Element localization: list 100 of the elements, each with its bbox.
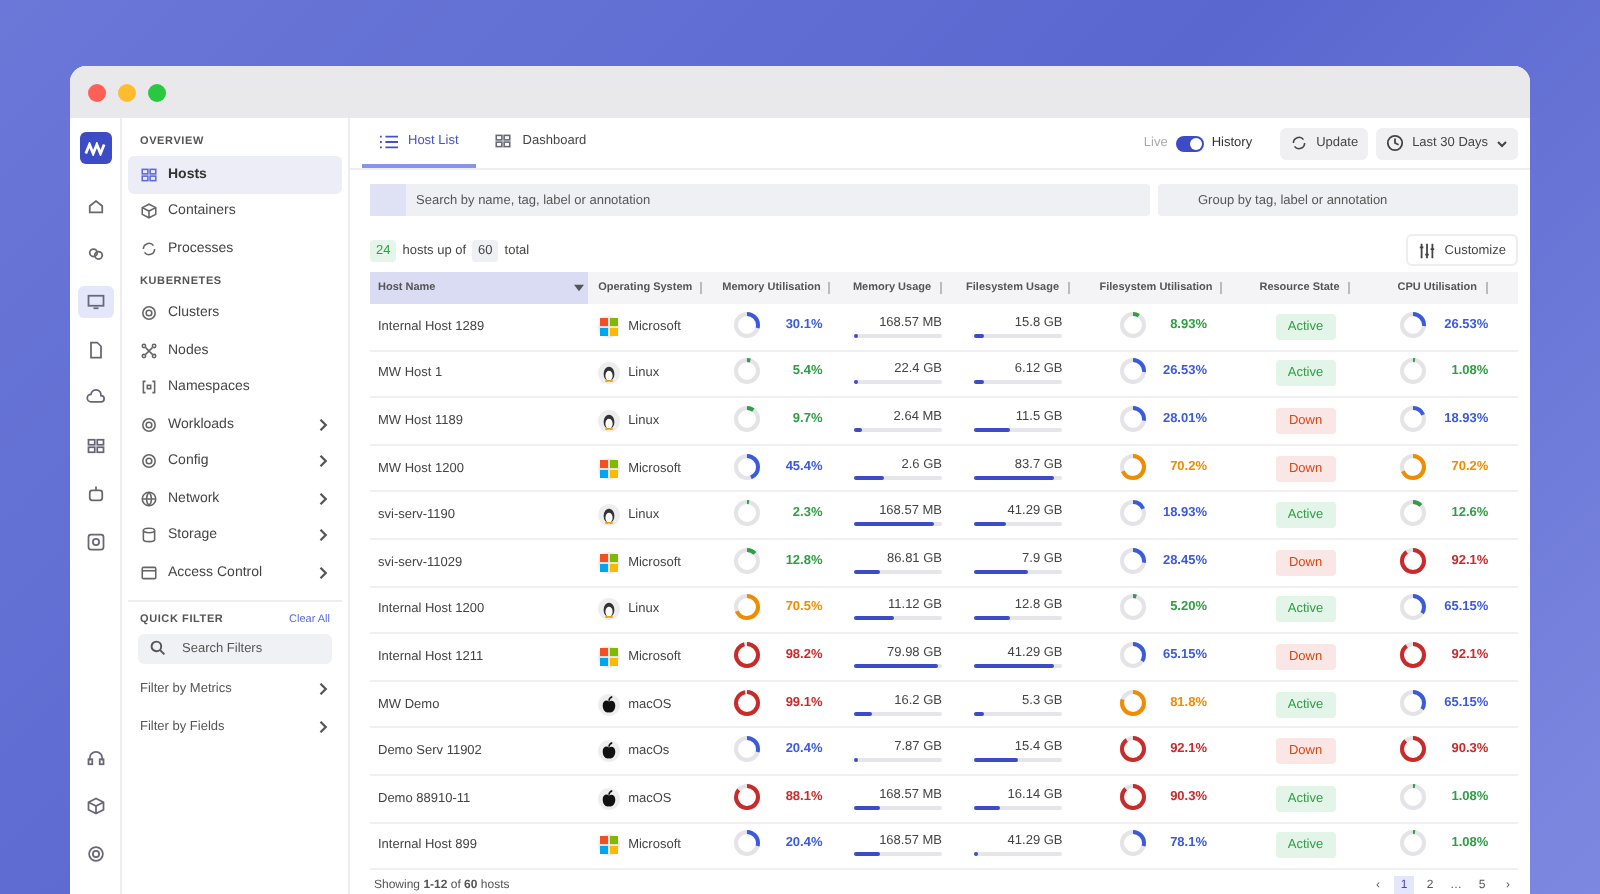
- progress-ring: [1398, 592, 1429, 623]
- progress-ring: [1117, 498, 1147, 529]
- progress-ring: [1117, 687, 1147, 718]
- apple-logo-icon: [600, 742, 619, 761]
- progress-ring: [732, 639, 763, 670]
- apple-logo-icon: [600, 789, 619, 808]
- sort-icon: [1483, 282, 1490, 294]
- chevron-icon: [318, 719, 330, 734]
- progress-ring: [732, 828, 763, 859]
- progress-ring: [1398, 687, 1429, 718]
- globe-icon: [140, 489, 158, 508]
- penguin-icon: [600, 411, 619, 430]
- cylinder-icon: [140, 526, 158, 545]
- progress-ring: [732, 734, 763, 765]
- progress-ring: [732, 451, 763, 482]
- progress-ring: [1398, 545, 1429, 576]
- progress-ring: [1117, 309, 1147, 340]
- chevron-icon: [318, 454, 330, 469]
- cloud-icon: [85, 388, 105, 408]
- sort-icon: [698, 282, 705, 294]
- grid-icon: [140, 165, 158, 184]
- progress-ring: [1117, 828, 1147, 859]
- apple-logo-icon: [600, 695, 619, 714]
- windows-logo-icon: [600, 553, 619, 572]
- cycle-icon: [140, 239, 158, 258]
- gear-icon: [85, 844, 105, 864]
- sort-icon: [937, 282, 944, 294]
- progress-ring: [732, 356, 763, 387]
- monitor-icon: [85, 292, 105, 312]
- scan-icon: [85, 532, 105, 552]
- caret-icon: [574, 284, 585, 292]
- progress-ring: [1117, 734, 1147, 765]
- sort-icon: [1345, 282, 1352, 294]
- clock-icon: [1386, 134, 1405, 152]
- sort-icon: [826, 282, 833, 294]
- grid-icon: [494, 132, 513, 150]
- caret-icon: [1496, 139, 1508, 147]
- progress-ring: [1398, 639, 1429, 670]
- progress-ring: [1398, 498, 1429, 529]
- progress-ring: [1117, 356, 1147, 387]
- box-icon: [85, 796, 105, 816]
- usage-bar: [974, 758, 1063, 763]
- window-icon: [140, 563, 158, 582]
- usage-bar: [974, 427, 1063, 432]
- usage-bar: [974, 805, 1063, 810]
- progress-ring: [1398, 356, 1429, 387]
- progress-ring: [732, 781, 763, 812]
- usage-bar: [854, 522, 942, 527]
- headset-icon: [85, 748, 105, 768]
- usage-bar: [974, 663, 1063, 668]
- layers-icon: [85, 244, 105, 264]
- chevron-icon: [318, 417, 330, 432]
- chevron-icon: [318, 565, 330, 580]
- progress-ring: [1398, 781, 1429, 812]
- app-logo[interactable]: [79, 132, 111, 164]
- usage-bar: [854, 805, 942, 810]
- progress-ring: [1117, 592, 1147, 623]
- usage-bar: [974, 569, 1063, 574]
- progress-ring: [1117, 403, 1147, 434]
- robot-icon: [85, 484, 105, 504]
- gear-icon: [140, 304, 158, 323]
- brackets-icon: [140, 378, 158, 397]
- usage-bar: [854, 852, 942, 857]
- sort-icon: [1065, 282, 1071, 294]
- progress-ring: [1117, 451, 1147, 482]
- progress-ring: [732, 403, 763, 434]
- progress-ring: [1398, 403, 1429, 434]
- windows-logo-icon: [600, 317, 619, 336]
- nodes-icon: [140, 341, 158, 360]
- chevron-icon: [318, 491, 330, 506]
- progress-ring: [1117, 781, 1147, 812]
- list-icon: [380, 133, 398, 149]
- progress-ring: [732, 309, 763, 340]
- windows-logo-icon: [600, 647, 619, 666]
- progress-ring: [1398, 828, 1429, 859]
- box-icon: [140, 202, 158, 221]
- usage-bar: [974, 616, 1063, 621]
- progress-ring: [732, 592, 763, 623]
- chevron-icon: [318, 682, 330, 697]
- cycle-icon: [1290, 134, 1309, 152]
- mode-toggle[interactable]: [1175, 135, 1204, 151]
- penguin-icon: [600, 364, 619, 383]
- usage-bar: [974, 475, 1063, 480]
- chevron-icon: [318, 528, 330, 543]
- usage-bar: [854, 616, 942, 621]
- progress-ring: [1398, 451, 1429, 482]
- progress-ring: [1117, 639, 1147, 670]
- search-icon: [150, 640, 166, 656]
- usage-bar: [974, 522, 1063, 527]
- penguin-icon: [600, 600, 619, 619]
- nav-button[interactable]: [77, 286, 113, 318]
- windows-logo-icon: [600, 459, 619, 478]
- progress-ring: [732, 498, 763, 529]
- file-icon: [85, 340, 105, 360]
- windows-logo-icon: [600, 836, 619, 855]
- usage-bar: [854, 663, 942, 668]
- progress-ring: [732, 687, 763, 718]
- progress-ring: [1398, 309, 1429, 340]
- usage-bar: [854, 475, 942, 480]
- sliders-icon: [1418, 241, 1437, 259]
